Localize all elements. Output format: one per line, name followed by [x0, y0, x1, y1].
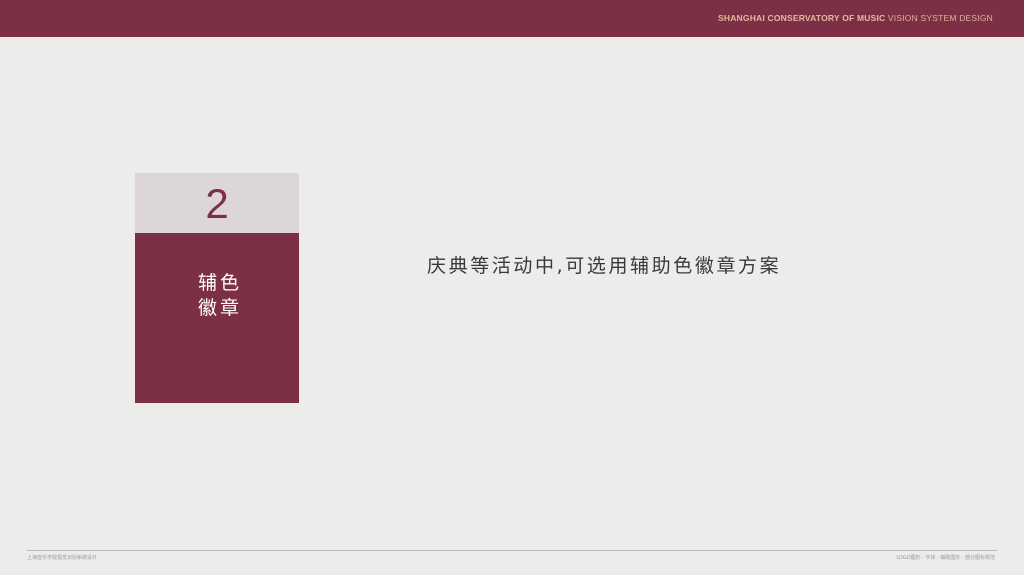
section-number-panel: 2 — [135, 173, 299, 233]
footer-divider — [27, 550, 997, 551]
section-title-panel: 辅色 徽章 — [135, 233, 299, 403]
brand-primary: SHANGHAI CONSERVATORY OF MUSIC — [718, 13, 886, 23]
brand-secondary: VISION SYSTEM DESIGN — [887, 13, 993, 23]
section-title: 辅色 徽章 — [135, 271, 305, 321]
section-number: 2 — [205, 180, 229, 227]
brand-title: SHANGHAI CONSERVATORY OF MUSIC VISION SY… — [718, 13, 993, 23]
footer-right-text: LOGO图形 · 字体 · 辅助图形 · 部分图标规范 — [896, 555, 995, 561]
header-bar: SHANGHAI CONSERVATORY OF MUSIC VISION SY… — [0, 0, 1024, 37]
footer-left-text: 上海音乐学院视觉识别系统设计 — [27, 555, 98, 561]
section-title-line-2: 徽章 — [197, 297, 242, 319]
main-description: 庆典等活动中,可选用辅助色徽章方案 — [427, 255, 782, 277]
section-title-line-1: 辅色 — [197, 272, 242, 294]
